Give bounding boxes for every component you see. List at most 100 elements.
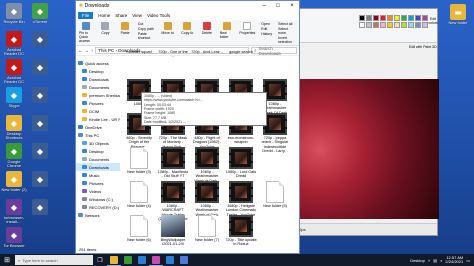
desktop-icon[interactable]: ◆ Tor Browser bbox=[1, 227, 27, 248]
desktop-icon[interactable]: ◆ bbox=[27, 59, 53, 75]
nav-item[interactable]: Kindle Lee - UR Files bbox=[76, 115, 120, 123]
back-arrow-icon[interactable]: ← bbox=[78, 48, 83, 53]
desktop-icon[interactable]: ◆ uTorrent bbox=[27, 3, 53, 24]
tab-file[interactable]: File bbox=[78, 12, 94, 19]
palette-swatch[interactable] bbox=[401, 22, 407, 28]
edit-button[interactable]: Edit bbox=[261, 27, 272, 31]
nav-item[interactable]: Network bbox=[76, 211, 120, 219]
palette-swatch[interactable] bbox=[387, 22, 393, 28]
taskbar-app[interactable] bbox=[107, 254, 121, 266]
volume-icon[interactable]: ◖ bbox=[440, 258, 442, 263]
desktop-icon[interactable]: ◆ bbox=[27, 31, 53, 47]
title-bar[interactable]: ■ Downloads – □ × bbox=[76, 1, 299, 11]
palette-swatch[interactable] bbox=[359, 15, 365, 21]
nav-item[interactable]: Quick access bbox=[76, 59, 120, 67]
clock[interactable]: 12:57 AM 2/24/2021 bbox=[445, 255, 463, 265]
taskbar-app[interactable] bbox=[177, 254, 191, 266]
delete-button[interactable]: Delete bbox=[200, 22, 214, 35]
nav-item[interactable]: Desktop bbox=[76, 67, 120, 75]
nav-item[interactable]: RECOVERY (D:) bbox=[76, 203, 120, 211]
nav-item[interactable]: Pictures bbox=[76, 179, 120, 187]
pin-quick-access-button[interactable]: Pin to Quick access bbox=[79, 22, 93, 43]
minimize-button[interactable]: – bbox=[257, 1, 271, 11]
nav-item[interactable]: This PC bbox=[76, 131, 120, 139]
edit-paint3d-label[interactable]: Edit with Paint 3D bbox=[409, 45, 439, 49]
palette-swatch[interactable] bbox=[359, 22, 365, 28]
nav-item[interactable]: Desktop bbox=[76, 147, 120, 155]
file-item[interactable]: 1080p - Hellgate London Cinematic Traile… bbox=[226, 181, 256, 217]
desktop-icon[interactable]: ◆ New folder (2) bbox=[1, 171, 27, 192]
up-arrow-icon[interactable]: ↑ bbox=[91, 48, 93, 53]
close-button[interactable]: × bbox=[285, 1, 299, 11]
palette-swatch[interactable] bbox=[366, 15, 372, 21]
desktop-icon[interactable]: ◆ bbox=[27, 171, 53, 187]
nav-item[interactable]: Downloads bbox=[76, 75, 120, 83]
nav-item[interactable]: Videos bbox=[76, 187, 120, 195]
color-palette[interactable] bbox=[359, 15, 428, 28]
palette-swatch[interactable] bbox=[415, 22, 421, 28]
file-item[interactable] bbox=[260, 49, 290, 50]
task-view-button[interactable]: ❐ bbox=[93, 254, 107, 266]
palette-swatch[interactable] bbox=[380, 15, 386, 21]
properties-button[interactable]: Properties bbox=[239, 22, 255, 35]
nav-item[interactable]: 3D Objects bbox=[76, 139, 120, 147]
nav-item[interactable]: Pictures bbox=[76, 99, 120, 107]
palette-swatch[interactable] bbox=[408, 22, 414, 28]
file-item[interactable]: New folder (3) bbox=[124, 147, 154, 174]
file-item[interactable] bbox=[260, 147, 290, 148]
network-icon[interactable]: ▤ bbox=[433, 258, 437, 263]
desktop-icon[interactable]: ◆ Acrobat Reader DC bbox=[1, 59, 27, 85]
tray-desktop-label[interactable]: Desktop bbox=[410, 258, 425, 263]
maximize-button[interactable]: □ bbox=[271, 1, 285, 11]
palette-swatch[interactable] bbox=[387, 15, 393, 21]
file-item[interactable]: monster squad bbox=[124, 49, 154, 54]
palette-swatch[interactable] bbox=[380, 22, 386, 28]
taskbar-app[interactable] bbox=[135, 254, 149, 266]
nav-item[interactable]: Downloads bbox=[76, 163, 120, 171]
palette-swatch[interactable] bbox=[394, 22, 400, 28]
file-item[interactable]: BingWallpaper (2021-01-24) bbox=[158, 215, 188, 245]
file-item[interactable]: New folder (6) bbox=[124, 215, 154, 242]
history-button[interactable]: History bbox=[261, 32, 272, 36]
start-button[interactable]: ⊞ bbox=[0, 254, 14, 266]
file-item[interactable]: 1080p - Wrathmasher Week of Dark bbox=[192, 181, 222, 217]
new-folder-button[interactable]: New folder bbox=[220, 22, 234, 39]
invert-selection-button[interactable]: Invert selection bbox=[278, 36, 296, 44]
file-item[interactable]: New folder (4) bbox=[124, 181, 154, 208]
desktop-icon[interactable]: ◆ Skype bbox=[1, 87, 27, 108]
paste-shortcut-button[interactable]: Paste shortcut bbox=[138, 32, 155, 40]
nav-item[interactable]: Documents bbox=[76, 83, 120, 91]
palette-swatch[interactable] bbox=[373, 15, 379, 21]
file-item[interactable]: New folder (5) bbox=[260, 181, 290, 208]
cut-button[interactable]: Cut bbox=[138, 22, 155, 26]
taskbar-app[interactable] bbox=[149, 254, 163, 266]
nav-item[interactable]: OneDrive bbox=[76, 123, 120, 131]
select-all-button[interactable]: Select all bbox=[278, 22, 296, 26]
taskbar-app[interactable] bbox=[121, 254, 135, 266]
tab-home[interactable]: Home bbox=[98, 13, 110, 18]
desktop-icon-new-folder[interactable]: ▬ New folder bbox=[445, 4, 471, 25]
chevron-up-icon[interactable]: ˄ bbox=[428, 258, 430, 263]
tab-video-tools[interactable]: Video Tools bbox=[147, 13, 170, 18]
paste-button[interactable]: Paste bbox=[118, 22, 132, 35]
file-item[interactable]: 1080p - Manifesto - Old Stuff YT bbox=[158, 147, 188, 179]
move-to-button[interactable]: Move to bbox=[161, 22, 175, 35]
palette-swatch[interactable] bbox=[373, 22, 379, 28]
desktop-icon[interactable]: ◆ bbox=[27, 87, 53, 103]
file-item[interactable]: 720p - Title update in Rogue Lineage... bbox=[225, 215, 257, 245]
tab-view[interactable]: View bbox=[132, 13, 142, 18]
forward-arrow-icon[interactable]: → bbox=[85, 48, 90, 53]
nav-item[interactable]: Music bbox=[76, 171, 120, 179]
nav-item[interactable]: DCIM bbox=[76, 107, 120, 115]
file-explorer-window[interactable]: ■ Downloads – □ × File Home Share View V… bbox=[75, 0, 300, 254]
palette-swatch[interactable] bbox=[415, 15, 421, 21]
taskbar-search[interactable]: ⌕ Type here to search bbox=[15, 255, 93, 265]
notifications-icon[interactable]: ▭ bbox=[466, 258, 470, 263]
edit-colors-label[interactable]: Edit colors bbox=[427, 17, 439, 25]
desktop-icon[interactable]: ◆ torbrowser-install-... bbox=[1, 199, 27, 225]
desktop-icon[interactable]: ◆ bbox=[27, 143, 53, 159]
nav-item[interactable]: Windows (C:) bbox=[76, 195, 120, 203]
file-item[interactable]: 720p - One of the ... bbox=[158, 49, 188, 59]
desktop-icon[interactable]: ◆ Google Chrome bbox=[1, 143, 27, 169]
palette-swatch[interactable] bbox=[394, 15, 400, 21]
